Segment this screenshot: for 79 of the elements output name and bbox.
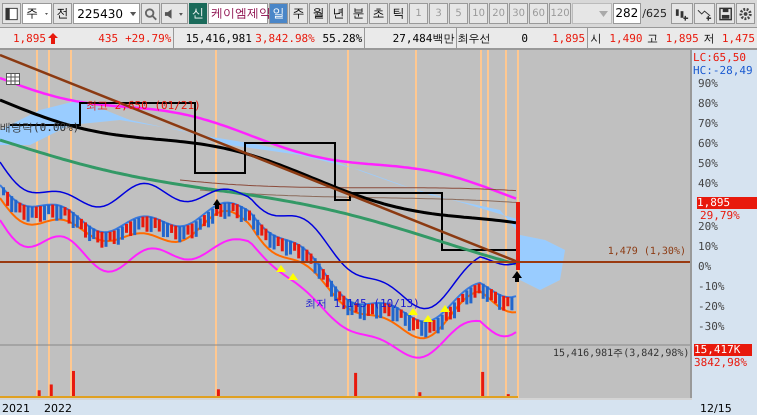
best-quantity: 0 bbox=[520, 30, 530, 46]
axis-tick-label: 60% bbox=[698, 138, 718, 150]
candlestick bbox=[516, 202, 520, 270]
last-date: 12/15 bbox=[700, 402, 732, 415]
code-field[interactable]: 225430 bbox=[73, 3, 140, 24]
axis-tick-label: 70% bbox=[698, 118, 718, 130]
axis-tick-label: 0% bbox=[698, 261, 712, 273]
volume-bar bbox=[418, 392, 422, 398]
axis-tick-label: -10% bbox=[698, 281, 724, 293]
axis-tick-label: 80% bbox=[698, 98, 718, 110]
best-label: 최우선 bbox=[457, 30, 492, 46]
interval-select[interactable]: 주 bbox=[22, 3, 52, 24]
volume-bar bbox=[50, 384, 53, 398]
axis-tick-label: 10% bbox=[698, 241, 718, 253]
total-count: /625 bbox=[642, 7, 668, 20]
axis-tick-label: 90% bbox=[698, 78, 718, 90]
turnover-rate: 55.28% bbox=[316, 28, 366, 48]
save-icon[interactable] bbox=[716, 3, 735, 24]
dropdown-caret-icon[interactable] bbox=[130, 10, 136, 16]
count-field[interactable]: 282 bbox=[612, 3, 642, 24]
axis-tick-label: -20% bbox=[698, 301, 724, 313]
high-price: 1,895 bbox=[664, 30, 700, 46]
period-tab[interactable]: 주 bbox=[289, 3, 308, 24]
volume-bar bbox=[72, 370, 75, 398]
up-arrow-icon bbox=[48, 32, 58, 44]
stock-name-field[interactable]: 케이엠제약 bbox=[208, 3, 268, 24]
open-label: 시 bbox=[590, 30, 603, 46]
year-label: 2022 bbox=[44, 402, 72, 415]
low-label: 저 bbox=[702, 30, 716, 46]
volume-bar bbox=[354, 372, 358, 398]
speaker-icon[interactable] bbox=[161, 3, 188, 24]
volume-rate-label: 3842,98% bbox=[694, 357, 747, 369]
volume-bar bbox=[506, 394, 510, 398]
axis-tick-label: -30% bbox=[698, 321, 724, 333]
axis-tick-label: 20% bbox=[698, 221, 718, 233]
period-tab[interactable]: 년 bbox=[329, 3, 348, 24]
volume-rate: 3,842.98% bbox=[254, 30, 316, 46]
new-badge: 신 bbox=[189, 3, 208, 24]
candle-add-icon[interactable] bbox=[671, 3, 693, 24]
search-icon[interactable] bbox=[141, 3, 160, 24]
period-tab[interactable]: 분 bbox=[349, 3, 368, 24]
price-tag: 1,895 bbox=[697, 197, 757, 209]
volume: 15,416,981 bbox=[184, 30, 253, 46]
lc-value: LC:65,50 bbox=[693, 52, 746, 64]
up-arrow-icon bbox=[213, 199, 221, 209]
triangle-marker-icon bbox=[276, 265, 286, 272]
price-rate: 29,79% bbox=[700, 210, 740, 222]
volume-bar bbox=[216, 389, 220, 398]
layout-icon[interactable] bbox=[2, 3, 22, 24]
up-arrow-icon bbox=[512, 271, 522, 282]
axis-tick-label: 40% bbox=[698, 178, 718, 190]
volume-tag: 15,417K bbox=[694, 344, 752, 356]
volume-label: 15,416,981주(3,842,98%) bbox=[553, 347, 690, 360]
current-price: 1,895 bbox=[0, 28, 60, 48]
axis-tick-label: 50% bbox=[698, 158, 718, 170]
low-price: 1,475 bbox=[720, 30, 756, 46]
change-rate: +29.79% bbox=[120, 28, 174, 48]
best-price: 1,895 bbox=[530, 28, 588, 48]
settings-icon[interactable] bbox=[736, 3, 755, 24]
price-change: 435 bbox=[97, 30, 120, 46]
hc-value: HC:-28,49 bbox=[693, 65, 753, 77]
period-tab[interactable]: 틱 bbox=[389, 3, 408, 24]
volume-bar bbox=[481, 372, 484, 398]
reference-price-label: 1,479 (1,30%) bbox=[608, 246, 686, 257]
triangle-marker-icon bbox=[288, 273, 298, 280]
grid-icon[interactable] bbox=[6, 73, 20, 85]
year-label: 2021 bbox=[2, 402, 30, 415]
triangle-marker-icon bbox=[440, 305, 450, 312]
open-price: 1,490 bbox=[608, 30, 644, 46]
prev-button[interactable]: 전 bbox=[53, 3, 72, 24]
line-add-icon[interactable] bbox=[694, 3, 715, 24]
high-label: 고 bbox=[646, 30, 659, 46]
period-tab[interactable]: 월 bbox=[309, 3, 328, 24]
period-tab[interactable]: 일 bbox=[269, 3, 288, 24]
triangle-marker-icon bbox=[423, 315, 433, 322]
trade-amount: 27,484백만 bbox=[365, 28, 458, 48]
volume-bar bbox=[38, 390, 41, 398]
triangle-marker-icon bbox=[408, 308, 418, 315]
period-tab[interactable]: 초 bbox=[369, 3, 388, 24]
